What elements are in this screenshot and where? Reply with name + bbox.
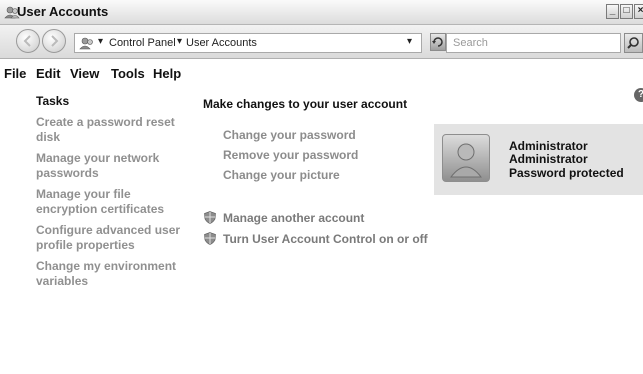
search-button[interactable] xyxy=(624,33,643,53)
minimize-button[interactable]: _ xyxy=(606,4,619,19)
close-button[interactable]: × xyxy=(634,4,643,19)
change-password-link[interactable]: Change your password xyxy=(223,128,356,142)
remove-password-link[interactable]: Remove your password xyxy=(223,148,358,162)
search-input[interactable]: Search xyxy=(446,33,621,53)
shield-icon xyxy=(204,211,216,224)
account-status: Password protected xyxy=(509,166,624,180)
menu-help[interactable]: Help xyxy=(153,66,181,81)
task-configure-advanced-user-profile[interactable]: Configure advanced user profile properti… xyxy=(36,223,186,253)
menu-view[interactable]: View xyxy=(70,66,99,81)
help-icon[interactable]: ? xyxy=(634,88,643,102)
maximize-button[interactable]: □ xyxy=(620,4,633,19)
forward-arrow-icon xyxy=(51,35,59,47)
page-title: Make changes to your user account xyxy=(203,97,408,111)
window-title: User Accounts xyxy=(17,4,109,19)
shield-icon xyxy=(204,232,216,245)
avatar[interactable] xyxy=(442,134,490,182)
refresh-button[interactable] xyxy=(430,33,446,51)
account-type: Administrator xyxy=(509,152,588,166)
account-name: Administrator xyxy=(509,139,588,153)
task-manage-network-passwords[interactable]: Manage your network passwords xyxy=(36,151,186,181)
change-picture-link[interactable]: Change your picture xyxy=(223,168,340,182)
breadcrumb-user-accounts[interactable]: User Accounts xyxy=(186,37,257,49)
menu-file[interactable]: File xyxy=(4,66,26,81)
forward-button[interactable] xyxy=(42,29,66,53)
address-dropdown-icon[interactable]: ▾ xyxy=(407,36,412,47)
task-manage-file-encryption-certificates[interactable]: Manage your file encryption certificates xyxy=(36,187,186,217)
control-panel-icon xyxy=(79,37,93,50)
turn-uac-on-off-link[interactable]: Turn User Account Control on or off xyxy=(223,232,428,246)
user-accounts-window: User Accounts _ □ × ▾ Control Panel ▾ Us… xyxy=(0,0,643,374)
manage-another-account-link[interactable]: Manage another account xyxy=(223,211,364,225)
task-create-password-reset-disk[interactable]: Create a password reset disk xyxy=(36,115,186,145)
user-silhouette-icon xyxy=(449,143,483,178)
back-arrow-icon xyxy=(23,35,31,47)
refresh-icon xyxy=(432,37,443,47)
menu-edit[interactable]: Edit xyxy=(36,66,61,81)
menu-tools[interactable]: Tools xyxy=(111,66,145,81)
breadcrumb-separator[interactable]: ▾ xyxy=(177,36,182,47)
menu-bar: File Edit View Tools Help xyxy=(0,59,643,85)
address-field[interactable]: ▾ Control Panel ▾ User Accounts ▾ xyxy=(74,33,422,53)
account-card: Administrator Administrator Password pro… xyxy=(434,124,643,195)
breadcrumb-control-panel[interactable]: Control Panel xyxy=(109,37,176,49)
search-icon xyxy=(627,37,639,49)
title-bar: User Accounts _ □ × xyxy=(0,0,643,25)
back-button[interactable] xyxy=(16,29,40,53)
breadcrumb-separator[interactable]: ▾ xyxy=(98,36,103,47)
task-change-environment-variables[interactable]: Change my environment variables xyxy=(36,259,186,289)
tasks-heading: Tasks xyxy=(36,94,70,108)
address-toolbar: ▾ Control Panel ▾ User Accounts ▾ Search xyxy=(0,25,643,59)
